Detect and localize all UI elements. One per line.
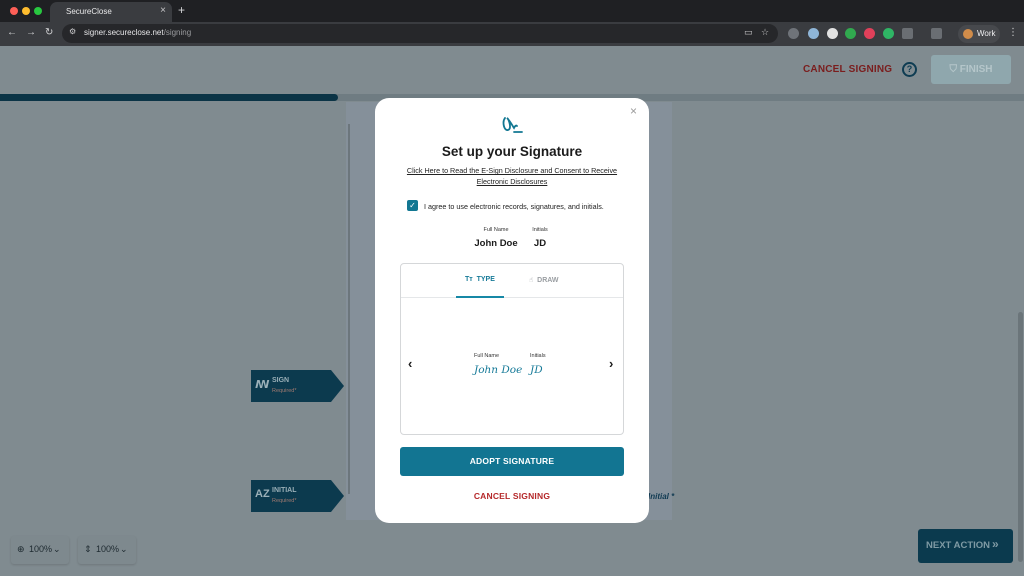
chevron-down-icon: ⌄ <box>120 544 128 554</box>
signature-setup-modal: × Set up your Signature Click Here to Re… <box>375 98 649 523</box>
initials-display: Initials JD <box>525 227 555 249</box>
next-action-label: NEXT ACTION <box>926 540 991 551</box>
tab-draw[interactable]: ☝ DRAW <box>529 276 559 284</box>
grammarly-icon[interactable] <box>845 28 856 39</box>
double-chevron-right-icon: » <box>992 537 999 551</box>
avatar <box>963 29 973 39</box>
extension-icon-1[interactable] <box>788 28 799 39</box>
tab-divider <box>401 297 623 298</box>
initial-field-hint[interactable]: Initial * <box>648 492 674 501</box>
preview-full-name-script: John Doe <box>474 364 523 376</box>
side-panel-icon[interactable] <box>931 28 942 39</box>
cancel-signing-link[interactable]: CANCEL SIGNING <box>803 64 892 75</box>
progress-fill <box>0 94 338 101</box>
url-text: signer.secureclose.net/signing <box>84 28 191 37</box>
url-domain: signer.secureclose.net <box>84 28 164 37</box>
cast-icon[interactable]: ▭ <box>744 27 753 38</box>
top-action-bar: CANCEL SIGNING ? ⛉ FINISH <box>0 46 1024 94</box>
reload-button[interactable]: ↻ <box>45 27 53 39</box>
tab-type[interactable]: Tт TYPE <box>465 276 495 283</box>
cancel-signing-button[interactable]: CANCEL SIGNING <box>375 491 649 501</box>
initials-preview: Initials JD <box>530 353 546 376</box>
initials-icon: AZ <box>255 488 270 500</box>
text-type-icon: Tт <box>465 276 473 283</box>
signature-icon: ꟿ <box>255 379 270 391</box>
new-tab-button[interactable]: + <box>178 3 185 17</box>
extension-icon-5[interactable] <box>864 28 875 39</box>
sign-flag-label: SIGN <box>272 377 290 384</box>
document-edge <box>348 124 350 494</box>
signature-preview: Full Name John Doe <box>474 353 522 376</box>
agree-checkbox[interactable]: ✓ <box>407 200 418 211</box>
browser-tab-secureclose[interactable]: SecureClose × <box>50 2 172 22</box>
sign-flag-required: Required* <box>272 388 297 394</box>
scrollbar-thumb[interactable] <box>1018 312 1023 562</box>
finish-button[interactable]: ⛉ FINISH <box>931 55 1011 84</box>
page-zoom-value: 100% <box>29 544 53 554</box>
sign-field-flag[interactable]: ꟿ SIGN Required* <box>251 370 344 402</box>
minimize-window-button[interactable] <box>22 7 30 15</box>
bookmark-star-icon[interactable]: ☆ <box>761 27 769 38</box>
text-zoom-dropdown[interactable]: ⇕ 100% ⌄ <box>78 536 136 564</box>
hand-pointer-icon: ☝ <box>529 277 534 284</box>
tab-title: SecureClose <box>66 7 112 16</box>
full-name-value: John Doe <box>474 238 518 249</box>
full-name-display: Full Name John Doe <box>471 227 521 249</box>
forward-button[interactable]: → <box>26 27 36 39</box>
close-icon[interactable]: × <box>630 104 637 118</box>
url-path: /signing <box>163 28 192 37</box>
maximize-window-button[interactable] <box>34 7 42 15</box>
preview-initials-script: JD <box>530 364 543 376</box>
next-action-button[interactable]: NEXT ACTION » <box>918 529 1013 563</box>
signature-logo-icon <box>502 117 523 133</box>
tab-draw-label: DRAW <box>537 277 559 284</box>
initials-label: Initials <box>532 227 548 233</box>
initial-field-flag[interactable]: AZ INITIAL Required* <box>251 480 344 512</box>
browser-chrome: SecureClose × + ← → ↻ ⚙ signer.secureclo… <box>0 0 1024 46</box>
tab-type-label: TYPE <box>476 276 495 283</box>
initial-flag-label: INITIAL <box>272 487 297 494</box>
close-window-button[interactable] <box>10 7 18 15</box>
extension-icon-3[interactable] <box>827 28 838 39</box>
extension-icon-6[interactable] <box>883 28 894 39</box>
text-size-icon: ⇕ <box>84 544 92 554</box>
esign-disclosure-link[interactable]: Click Here to Read the E-Sign Disclosure… <box>405 165 619 187</box>
text-zoom-value: 100% <box>96 544 120 554</box>
zoom-icon: ⊕ <box>17 544 25 554</box>
adopt-signature-button[interactable]: ADOPT SIGNATURE <box>400 447 624 476</box>
initials-value: JD <box>533 238 547 249</box>
chevron-down-icon: ⌄ <box>53 544 61 554</box>
site-settings-icon[interactable]: ⚙ <box>69 27 76 36</box>
tab-bar: SecureClose × + <box>0 0 1024 22</box>
previous-style-arrow-icon[interactable]: ‹ <box>408 357 412 371</box>
browser-menu-icon[interactable]: ⋮ <box>1008 27 1018 39</box>
initial-flag-required: Required* <box>272 498 297 504</box>
back-button[interactable]: ← <box>7 27 17 39</box>
page-zoom-dropdown[interactable]: ⊕ 100% ⌄ <box>11 536 69 564</box>
extensions-puzzle-icon[interactable] <box>902 28 913 39</box>
modal-title: Set up your Signature <box>441 144 583 159</box>
signature-style-picker: Tт TYPE ☝ DRAW ‹ › Full Name John Doe In… <box>400 263 624 435</box>
extension-icon-2[interactable] <box>808 28 819 39</box>
agree-label: I agree to use electronic records, signa… <box>424 202 604 211</box>
help-icon[interactable]: ? <box>902 62 917 77</box>
tab-close-icon[interactable]: × <box>160 5 166 17</box>
preview-full-name-label: Full Name <box>474 353 500 359</box>
profile-label: Work <box>977 29 996 38</box>
browser-toolbar: ← → ↻ ⚙ signer.secureclose.net/signing ▭… <box>0 22 1024 46</box>
page-scrollbar[interactable] <box>1016 94 1024 576</box>
profile-button[interactable]: Work <box>958 25 1000 43</box>
next-style-arrow-icon[interactable]: › <box>609 357 613 371</box>
address-bar[interactable]: ⚙ signer.secureclose.net/signing ▭ ☆ <box>62 24 778 43</box>
shield-icon: ⛉ <box>949 64 960 75</box>
preview-initials-label: Initials <box>530 353 546 359</box>
active-tab-indicator <box>456 296 504 298</box>
full-name-label: Full Name <box>483 227 509 233</box>
finish-label: FINISH <box>959 64 993 75</box>
